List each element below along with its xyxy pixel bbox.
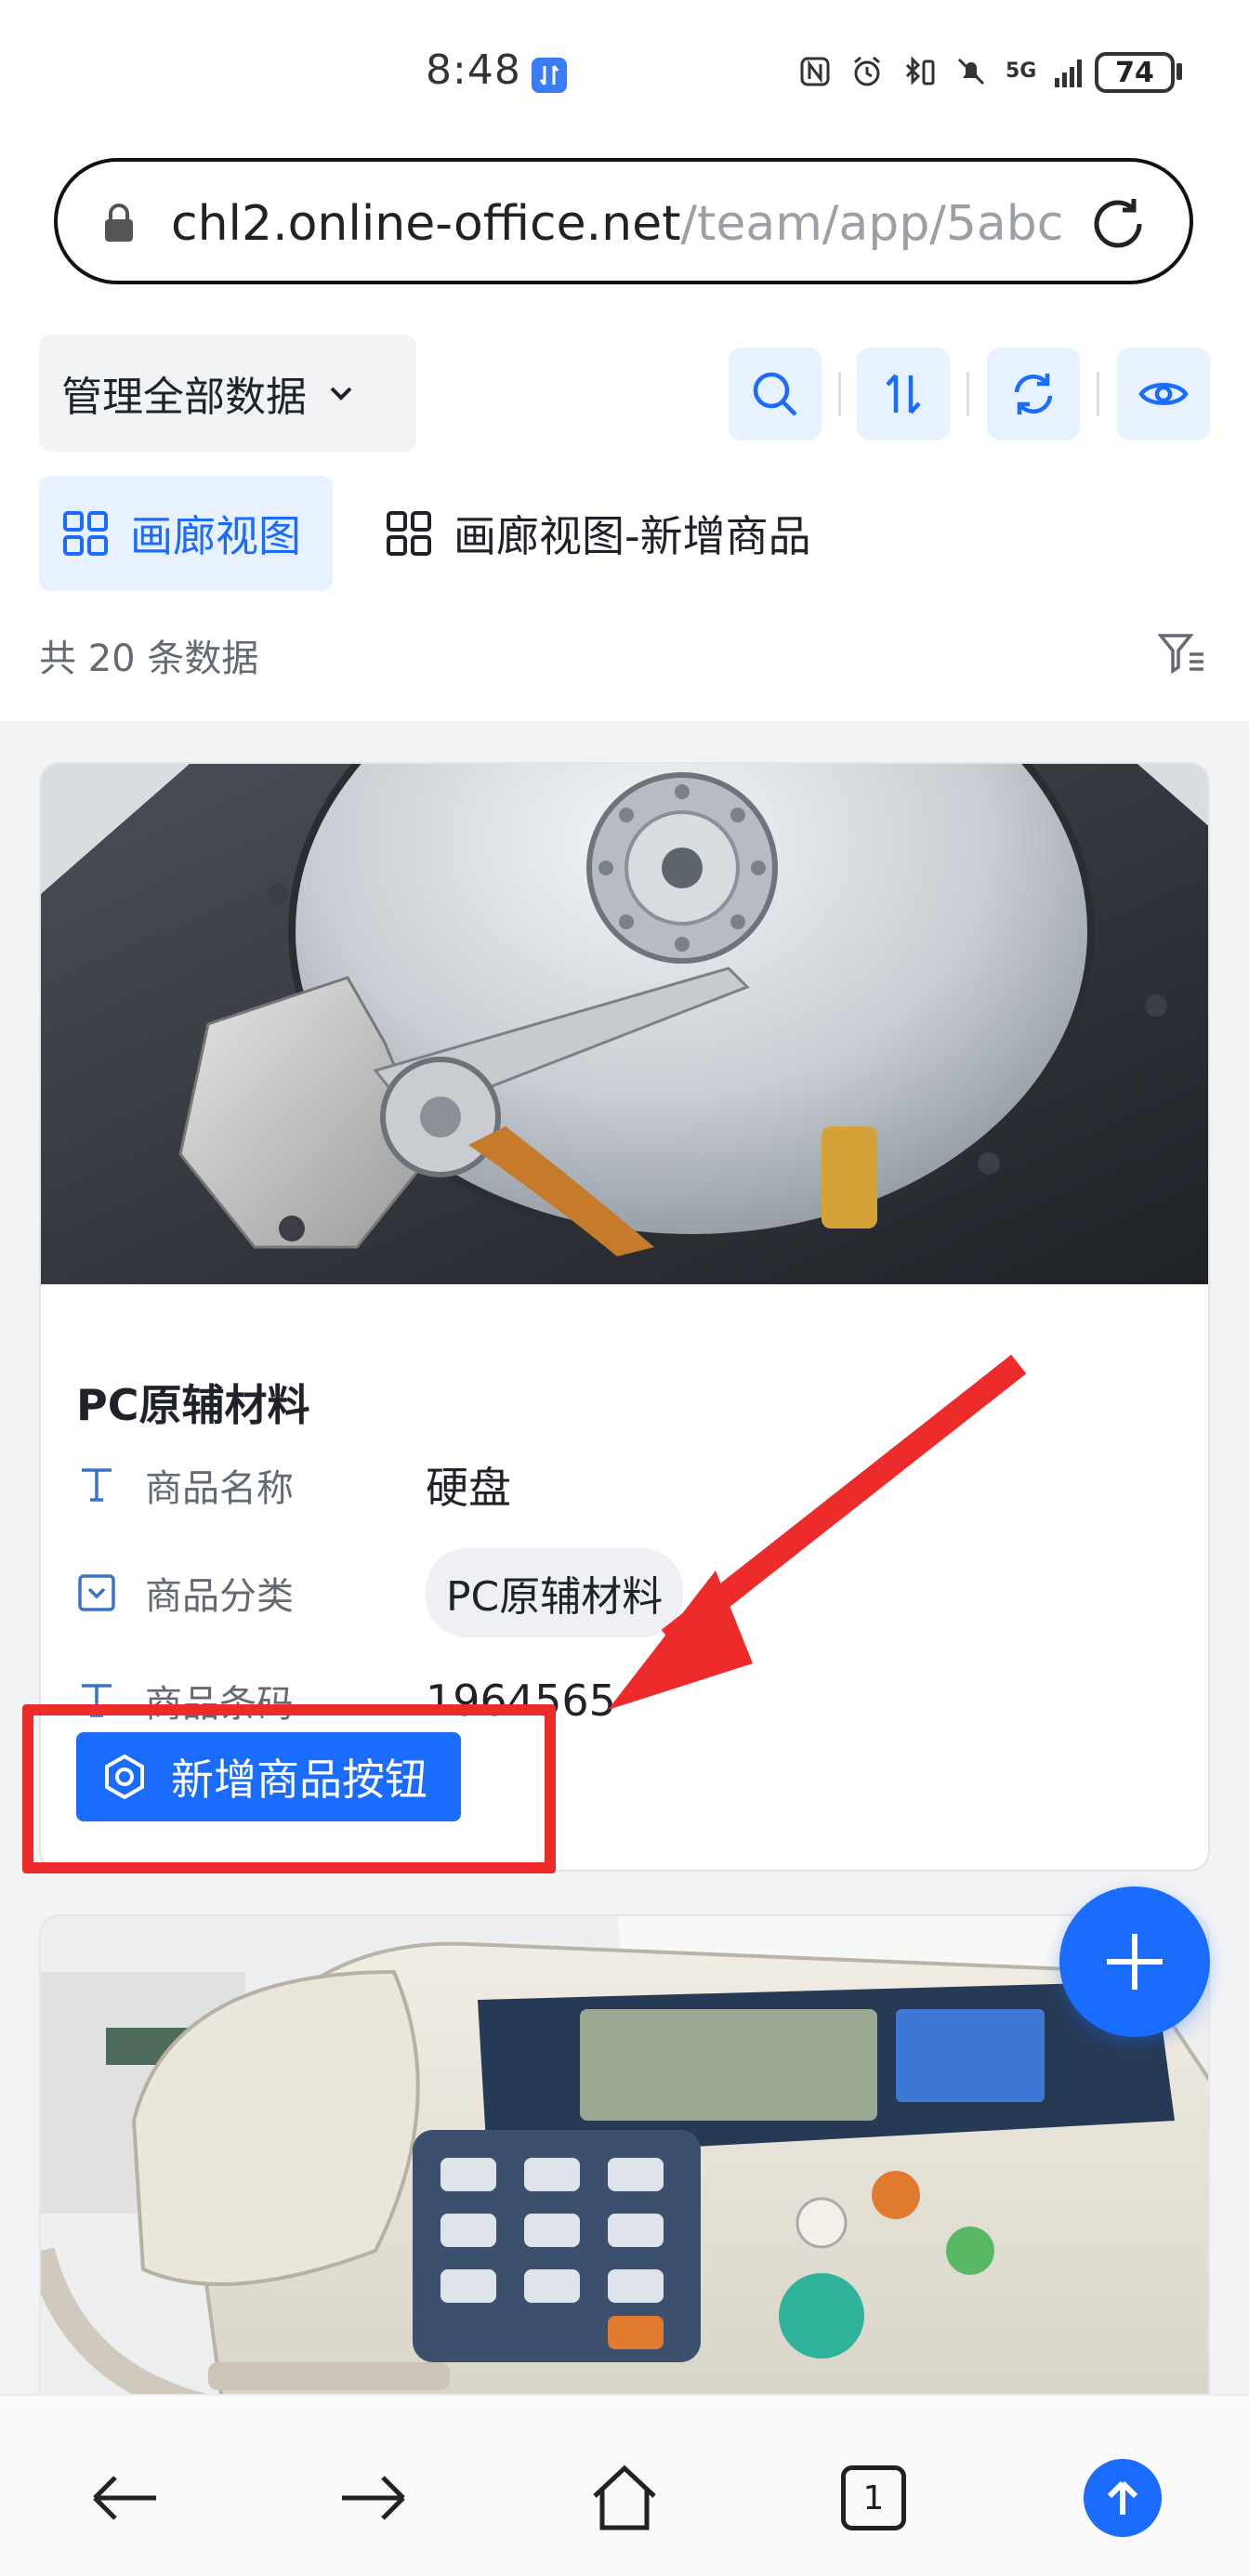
url-path: /team/app/5abc: [680, 196, 1064, 252]
fax-machine-illustration: [41, 1916, 1208, 2394]
forward-arrow-icon: [342, 2476, 405, 2520]
scroll-top-icon: [1084, 2459, 1162, 2537]
search-button[interactable]: [729, 348, 822, 440]
address-bar[interactable]: chl2.online-office.net/team/app/5abc: [54, 158, 1193, 284]
card-cover-image: [41, 764, 1208, 1284]
category-chip: PC原辅材料: [426, 1548, 684, 1637]
data-scope-label: 管理全部数据: [61, 374, 307, 421]
forward-button[interactable]: [327, 2451, 420, 2544]
url-text[interactable]: chl2.online-office.net/team/app/5abc: [171, 193, 1100, 256]
back-arrow-icon: [93, 2476, 156, 2520]
gallery-card[interactable]: [39, 1914, 1210, 2394]
bluetooth-battery-icon: [905, 56, 935, 85]
gallery-area: PC原辅材料 商品名称 硬盘 商品分类 PC原辅材料 商品条码 1964565 …: [0, 721, 1249, 2394]
home-icon: [593, 2464, 656, 2530]
refresh-button[interactable]: [987, 348, 1080, 440]
scroll-top-button[interactable]: [1076, 2451, 1169, 2544]
search-icon: [753, 372, 797, 416]
tabs-button[interactable]: 1: [827, 2451, 920, 2544]
status-time: 8:48: [426, 46, 521, 94]
field-label: 商品分类: [145, 1575, 294, 1618]
grid-icon: [63, 511, 108, 556]
add-record-fab[interactable]: [1059, 1886, 1210, 2037]
tab-gallery-view[interactable]: 画廊视图: [39, 476, 333, 591]
battery-indicator: 74: [1095, 52, 1175, 93]
grid-icon: [387, 511, 431, 556]
field-product-name: 商品名称 硬盘: [76, 1457, 511, 1513]
card-cover-image: [41, 1916, 1208, 2394]
sort-button[interactable]: [857, 348, 950, 440]
signal-icon: [1055, 59, 1083, 87]
tab-label: 画廊视图-新增商品: [454, 511, 811, 561]
mute-icon: [957, 58, 985, 85]
hard-disk-illustration: [41, 764, 1208, 1284]
card-title: PC原辅材料: [76, 1380, 310, 1430]
browser-bottom-nav: 1: [0, 2394, 1249, 2576]
lock-icon: [105, 204, 133, 242]
chevron-down-icon: [330, 387, 352, 401]
annotation-highlight-box: [22, 1704, 556, 1873]
tab-label: 画廊视图: [130, 511, 301, 561]
url-host: chl2.online-office.net: [171, 196, 681, 252]
filter-icon[interactable]: [1158, 632, 1206, 675]
nfc-icon: [800, 57, 830, 86]
tab-count: 1: [862, 2478, 885, 2517]
sort-icon: [886, 374, 921, 414]
tab-gallery-view-add-product[interactable]: 画廊视图-新增商品: [377, 476, 811, 591]
network-type: 5G: [1006, 59, 1037, 83]
record-count: 共 20 条数据: [39, 637, 259, 680]
data-scope-dropdown[interactable]: 管理全部数据: [39, 335, 416, 452]
tabs-icon: 1: [841, 2465, 906, 2530]
visibility-button[interactable]: [1117, 348, 1210, 440]
alarm-icon: [854, 56, 880, 86]
field-value: 硬盘: [426, 1463, 511, 1513]
toolbar-divider: [838, 372, 841, 416]
plus-icon: [1107, 1934, 1163, 1990]
reload-icon[interactable]: [1085, 191, 1150, 256]
toolbar-divider: [966, 372, 969, 416]
home-button[interactable]: [578, 2451, 671, 2544]
status-icons: 5G: [797, 48, 1088, 95]
field-product-category: 商品分类 PC原辅材料: [76, 1548, 684, 1637]
toolbar-divider: [1097, 372, 1099, 416]
refresh-icon: [1014, 374, 1053, 414]
data-transfer-icon: [532, 58, 567, 93]
field-label: 商品名称: [145, 1467, 294, 1510]
back-button[interactable]: [78, 2451, 171, 2544]
text-field-icon: [82, 1468, 112, 1502]
eye-icon: [1138, 383, 1189, 405]
select-field-icon: [78, 1574, 115, 1611]
battery-tip: [1177, 63, 1182, 80]
battery-level: 74: [1115, 56, 1154, 89]
status-bar: 8:48 5G 74: [0, 0, 1249, 139]
